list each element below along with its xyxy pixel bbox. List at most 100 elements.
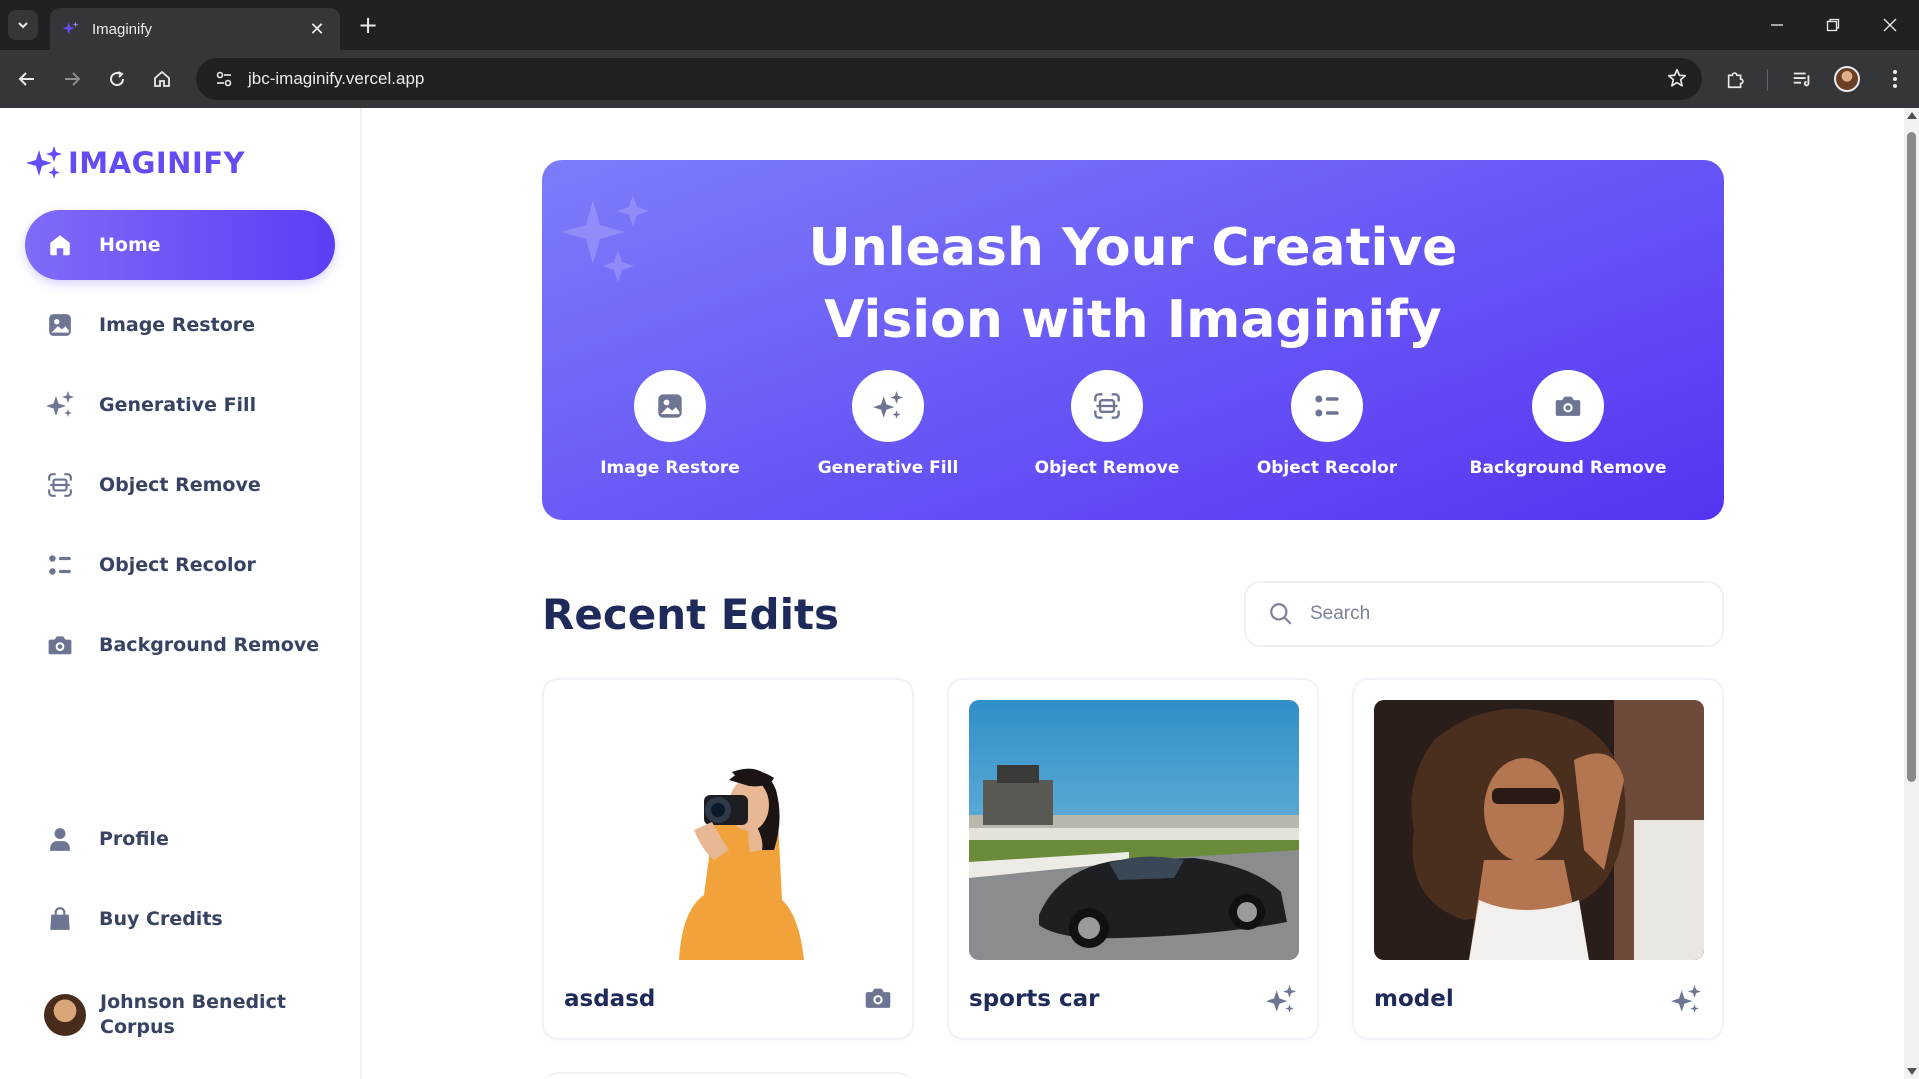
recent-edit-card-partial (542, 1072, 914, 1079)
feature-label: Object Remove (1034, 458, 1180, 478)
browser-toolbar: jbc-imaginify.vercel.app (0, 50, 1919, 108)
nav-item-label: Home (99, 234, 161, 256)
media-button[interactable] (1785, 62, 1819, 96)
filter-icon (45, 550, 75, 580)
browser-menu-button[interactable] (1878, 62, 1912, 96)
feature-label: Image Restore (600, 458, 740, 478)
user-name: Johnson Benedict Corpus (100, 991, 286, 1038)
home-browser-button[interactable] (145, 62, 179, 96)
feature-background-remove[interactable]: Background Remove (1458, 370, 1678, 478)
filter-icon (1315, 395, 1339, 417)
reload-button[interactable] (100, 62, 134, 96)
search-box[interactable]: Search (1244, 581, 1724, 647)
recent-edit-card[interactable]: asdasd (542, 678, 914, 1040)
sidebar: IMAGINIFY Home Image Restore Generative … (0, 108, 362, 1079)
nav-item-image-restore[interactable]: Image Restore (25, 290, 335, 360)
image-icon (658, 394, 682, 418)
nav-item-object-remove[interactable]: Object Remove (25, 450, 335, 520)
nav-item-label: Background Remove (99, 634, 320, 656)
card-title: model (1374, 986, 1454, 1012)
logo[interactable]: IMAGINIFY (24, 144, 245, 182)
sparkles-icon (873, 391, 903, 419)
nav-item-label: Generative Fill (99, 394, 257, 416)
feature-generative-fill[interactable]: Generative Fill (778, 370, 998, 478)
page-scrollbar[interactable] (1904, 108, 1919, 1079)
feature-icon-circle[interactable] (634, 370, 706, 442)
sparkles-icon (45, 390, 75, 420)
scroll-up-arrow-icon[interactable] (1907, 112, 1917, 119)
nav-item-buy-credits[interactable]: Buy Credits (25, 884, 335, 954)
sparkles-icon (1265, 984, 1297, 1020)
nav-item-profile[interactable]: Profile (25, 804, 335, 874)
new-tab-button[interactable]: + (354, 11, 382, 39)
search-icon (1270, 603, 1292, 625)
close-window-button[interactable] (1870, 10, 1910, 40)
scroll-thumb[interactable] (1907, 132, 1916, 782)
recent-edit-card[interactable]: sports car (947, 678, 1319, 1040)
restore-button[interactable] (1813, 10, 1853, 40)
feature-icon-circle[interactable] (1532, 370, 1604, 442)
nav-item-label: Profile (99, 828, 169, 850)
logo-sparkles-icon (26, 146, 62, 179)
logo-text: IMAGINIFY (68, 146, 246, 180)
tab-search-button[interactable] (8, 10, 38, 40)
forward-button[interactable] (55, 62, 89, 96)
browser-tabstrip: Imaginify ✕ + (0, 0, 1919, 50)
nav-item-object-recolor[interactable]: Object Recolor (25, 530, 335, 600)
avatar[interactable] (44, 994, 86, 1036)
nav-item-home[interactable]: Home (25, 210, 335, 280)
card-title: asdasd (564, 986, 656, 1012)
feature-icon-circle[interactable] (1291, 370, 1363, 442)
image-icon (45, 310, 75, 340)
nav-item-generative-fill[interactable]: Generative Fill (25, 370, 335, 440)
arrow-right-icon (65, 72, 81, 86)
home-icon (154, 70, 170, 87)
feature-icon-circle[interactable] (852, 370, 924, 442)
recent-edits-title: Recent Edits (542, 590, 840, 639)
user-profile[interactable]: Johnson Benedict Corpus (44, 990, 300, 1040)
extensions-button[interactable] (1719, 62, 1753, 96)
sparkles-icon (1670, 984, 1702, 1020)
recent-edit-card[interactable]: model (1352, 678, 1724, 1040)
nav-item-label: Image Restore (99, 314, 256, 336)
browser-profile-avatar[interactable] (1834, 66, 1860, 92)
feature-icon-circle[interactable] (1071, 370, 1143, 442)
imaginify-favicon-icon (62, 21, 79, 35)
browser-tab[interactable]: Imaginify ✕ (50, 8, 340, 50)
camera-icon (864, 984, 892, 1016)
scan-icon (1094, 393, 1120, 419)
puzzle-icon (1727, 72, 1744, 89)
bookmark-star-icon[interactable] (1666, 67, 1688, 93)
camera-icon (1555, 396, 1581, 416)
feature-image-restore[interactable]: Image Restore (560, 370, 780, 478)
card-image-model[interactable] (1374, 700, 1704, 960)
back-button[interactable] (10, 62, 44, 96)
tab-title: Imaginify (92, 20, 153, 38)
card-image-photographer[interactable] (564, 700, 894, 960)
minimize-icon (1771, 24, 1783, 26)
feature-object-recolor[interactable]: Object Recolor (1217, 370, 1437, 478)
nav-item-label: Object Recolor (99, 554, 256, 576)
tab-close-icon[interactable]: ✕ (306, 19, 328, 40)
card-image-sports-car[interactable] (969, 700, 1299, 960)
url-text: jbc-imaginify.vercel.app (248, 69, 425, 88)
search-input[interactable]: Search (1310, 603, 1370, 625)
site-info-icon[interactable] (210, 65, 238, 93)
feature-label: Background Remove (1469, 458, 1667, 478)
playlist-icon (1793, 72, 1810, 87)
nav-item-label: Object Remove (99, 474, 261, 496)
feature-label: Object Recolor (1256, 458, 1398, 478)
nav-item-background-remove[interactable]: Background Remove (25, 610, 335, 680)
feature-object-remove[interactable]: Object Remove (997, 370, 1217, 478)
close-icon (1883, 18, 1897, 32)
scan-icon (45, 470, 75, 500)
scroll-down-arrow-icon[interactable] (1907, 1068, 1917, 1075)
minimize-button[interactable] (1757, 10, 1797, 40)
page: IMAGINIFY Home Image Restore Generative … (0, 108, 1904, 1079)
address-bar[interactable]: jbc-imaginify.vercel.app (196, 58, 1702, 100)
card-title: sports car (969, 986, 1100, 1012)
chevron-down-icon (18, 22, 28, 29)
hero-banner: Unleash Your Creative Vision with Imagin… (542, 160, 1724, 520)
main-content: Unleash Your Creative Vision with Imagin… (362, 108, 1904, 1079)
hero-title-line2: Vision with Imaginify (824, 290, 1442, 350)
